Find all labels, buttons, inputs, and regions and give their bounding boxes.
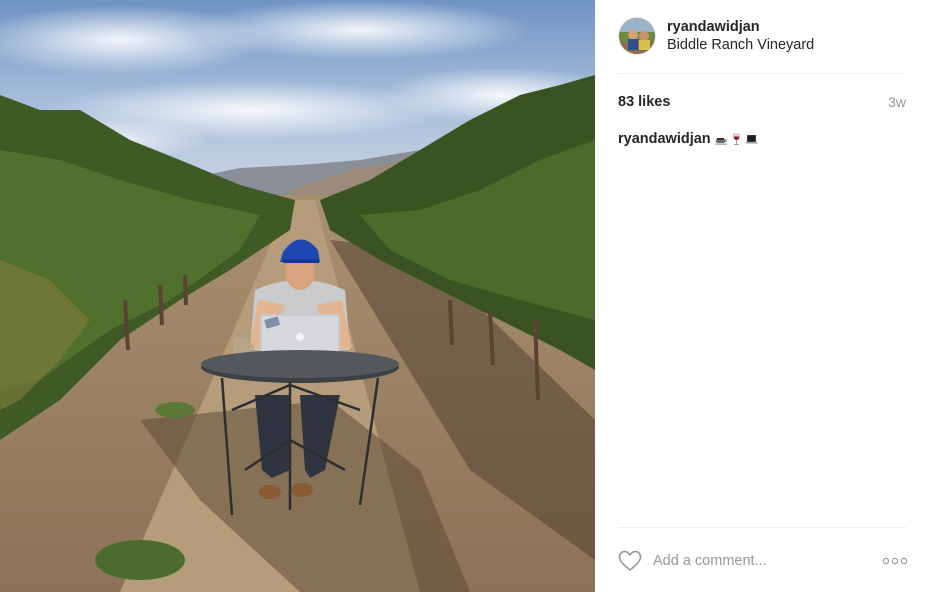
likes-count[interactable]: 83 likes (618, 94, 670, 110)
post-sidebar: ryandawidjan Biddle Ranch Vineyard 83 li… (595, 0, 926, 592)
caption-username[interactable]: ryandawidjan (618, 131, 711, 147)
post-author-username[interactable]: ryandawidjan (667, 18, 814, 36)
like-heart-icon[interactable] (618, 550, 642, 572)
avatar[interactable] (618, 17, 656, 55)
divider (618, 73, 906, 74)
divider (618, 527, 906, 528)
comment-row (618, 548, 908, 574)
post-location[interactable]: Biddle Ranch Vineyard (667, 36, 814, 54)
vineyard-photo (0, 0, 595, 592)
coffee-icon (714, 133, 728, 146)
caption-text (714, 133, 758, 146)
avatar-photo (619, 18, 655, 54)
comment-input[interactable] (653, 553, 853, 569)
post-header: ryandawidjan Biddle Ranch Vineyard (618, 14, 908, 58)
post-age: 3w (888, 94, 906, 110)
post-photo[interactable] (0, 0, 595, 592)
wine-glass-icon (730, 133, 743, 146)
more-options-icon[interactable] (882, 556, 908, 566)
caption: ryandawidjan (618, 131, 906, 147)
laptop-icon (745, 133, 758, 146)
likes-row: 83 likes 3w (618, 94, 906, 110)
